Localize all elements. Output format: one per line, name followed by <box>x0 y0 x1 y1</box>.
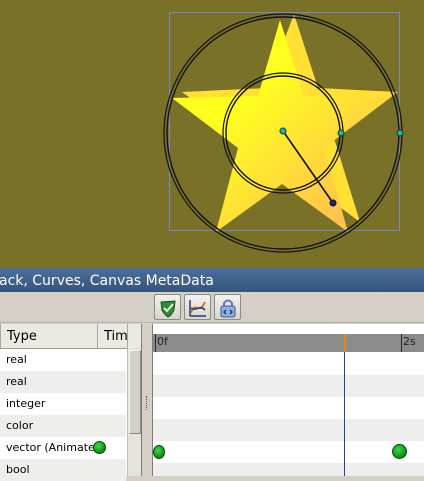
panel-title-bar: ack, Curves, Canvas MetaData <box>0 268 424 292</box>
param-row[interactable]: real <box>0 371 126 393</box>
param-type: vector (Animated) <box>6 441 107 454</box>
curves-panel-button[interactable] <box>184 294 211 320</box>
time-ruler[interactable] <box>153 334 424 352</box>
column-header-time[interactable]: Tim <box>98 324 128 348</box>
canvas-workarea[interactable] <box>0 0 424 268</box>
inner-radius-handle <box>337 129 345 137</box>
param-type: bool <box>6 463 30 476</box>
param-row[interactable]: bool <box>0 459 126 481</box>
params-header: Type Tim <box>0 324 141 349</box>
time-cursor[interactable] <box>344 334 345 476</box>
timetrack-row[interactable] <box>153 419 424 441</box>
param-row[interactable]: color <box>0 415 126 437</box>
timetrack-row[interactable] <box>153 397 424 419</box>
param-row[interactable]: real <box>0 349 126 371</box>
timetrack-row[interactable] <box>153 463 424 476</box>
time-label-end: 2s <box>403 335 416 348</box>
panel-splitter[interactable] <box>142 324 152 476</box>
angle-handle <box>329 199 337 207</box>
param-type: real <box>6 375 27 388</box>
metadata-panel-button[interactable] <box>214 294 241 320</box>
lock-icon <box>220 299 236 318</box>
time-label-start: 0f <box>157 335 168 348</box>
canvas-drawing <box>163 12 404 253</box>
waypoint-marker[interactable] <box>153 445 165 459</box>
params-panel: Type Tim real real integer color vector … <box>0 324 142 481</box>
time-tick <box>155 334 156 352</box>
scrollbar-thumb[interactable] <box>129 350 141 434</box>
time-cursor-handle[interactable] <box>344 334 346 352</box>
outer-radius-handle <box>396 129 404 137</box>
param-row[interactable]: integer <box>0 393 126 415</box>
timetrack-row[interactable] <box>153 353 424 375</box>
panel-toolbar <box>0 292 424 323</box>
shield-check-icon <box>160 300 176 318</box>
star-shape <box>172 20 390 232</box>
waypoint-marker[interactable] <box>93 441 106 454</box>
timetrack-row[interactable] <box>153 441 424 463</box>
param-type: integer <box>6 397 46 410</box>
param-type: real <box>6 353 27 366</box>
waypoint-marker[interactable] <box>392 444 407 459</box>
param-row[interactable]: vector (Animated) <box>0 437 126 459</box>
panel-title: ack, Curves, Canvas MetaData <box>0 273 214 289</box>
curves-icon <box>189 300 206 317</box>
params-panel-button[interactable] <box>154 294 181 320</box>
param-type: color <box>6 419 34 432</box>
column-header-type[interactable]: Type <box>0 324 98 348</box>
splitter-grip <box>146 396 149 410</box>
timetrack-row[interactable] <box>153 375 424 397</box>
origin-handle <box>279 127 287 135</box>
timetrack-panel[interactable]: 0f 2s <box>152 324 424 476</box>
params-scrollbar[interactable] <box>127 348 141 476</box>
time-tick <box>401 334 402 352</box>
